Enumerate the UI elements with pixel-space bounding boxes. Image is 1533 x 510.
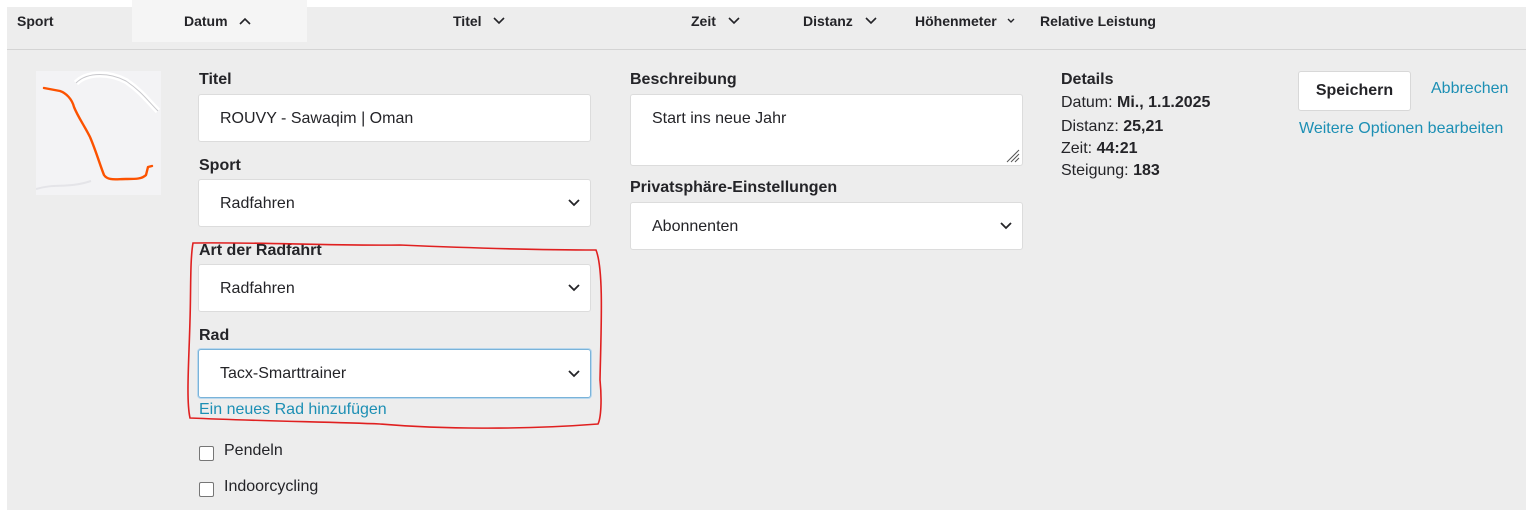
column-header-hoehenmeter-label: Höhenmeter: [915, 13, 997, 29]
details-zeit-value: 44:21: [1096, 140, 1138, 157]
chevron-down-icon: [568, 284, 580, 292]
column-header-distanz-label: Distanz: [803, 13, 853, 29]
details-datum-label: Datum:: [1061, 94, 1113, 111]
details-distanz-value: 25,21: [1123, 118, 1164, 135]
sport-label: Sport: [199, 157, 241, 174]
details-distanz-label: Distanz:: [1061, 118, 1119, 135]
column-header-datum-label: Datum: [184, 13, 228, 29]
column-header-relative-leistung-label: Relative Leistung: [1040, 13, 1156, 29]
art-der-radfahrt-select[interactable]: Radfahren: [198, 264, 591, 312]
details-datum-value: Mi., 1.1.2025: [1117, 94, 1211, 111]
details-distanz: Distanz: 25,21: [1061, 118, 1163, 136]
chevron-down-icon: [568, 199, 580, 207]
rad-label: Rad: [199, 327, 230, 344]
details-zeit: Zeit: 44:21: [1061, 140, 1138, 158]
privacy-select-value: Abonnenten: [652, 218, 739, 235]
pendeln-checkbox[interactable]: [199, 446, 214, 461]
add-bike-link[interactable]: Ein neues Rad hinzufügen: [199, 401, 387, 419]
chevron-down-icon: [568, 369, 580, 377]
chevron-down-icon: [728, 17, 740, 24]
rad-select-value: Tacx-Smarttrainer: [220, 365, 347, 382]
art-der-radfahrt-label: Art der Radfahrt: [199, 242, 322, 259]
details-zeit-label: Zeit:: [1061, 140, 1093, 157]
rad-select[interactable]: Tacx-Smarttrainer: [198, 349, 591, 398]
column-header-zeit[interactable]: Zeit: [691, 0, 740, 42]
details-steigung-value: 183: [1133, 162, 1160, 179]
privacy-select[interactable]: Abonnenten: [630, 202, 1023, 250]
chevron-up-icon: [239, 17, 252, 25]
beschreibung-label: Beschreibung: [630, 71, 737, 88]
details-steigung: Steigung: 183: [1061, 162, 1160, 180]
details-title: Details: [1061, 71, 1114, 88]
privacy-label: Privatsphäre-Einstellungen: [630, 179, 838, 196]
chevron-down-icon: [1000, 222, 1012, 230]
sport-select-value: Radfahren: [220, 195, 295, 212]
indoorcycling-label[interactable]: Indoorcycling: [224, 478, 318, 496]
column-header-titel-label: Titel: [453, 13, 482, 29]
route-map-image: [35, 71, 161, 195]
more-options-link[interactable]: Weitere Optionen bearbeiten: [1299, 120, 1503, 138]
resize-handle-icon[interactable]: [1004, 147, 1020, 163]
column-header-titel[interactable]: Titel: [453, 0, 505, 42]
save-button[interactable]: Speichern: [1298, 71, 1411, 111]
column-header-hoehenmeter[interactable]: Höhenmeter: [915, 0, 1015, 42]
titel-input[interactable]: ROUVY - Sawaqim | Oman: [198, 94, 591, 142]
column-header-sport-label: Sport: [17, 13, 54, 29]
chevron-down-icon: [493, 17, 505, 24]
column-header-relative-leistung[interactable]: Relative Leistung: [1040, 0, 1156, 42]
column-header-datum[interactable]: Datum: [132, 0, 307, 42]
pendeln-label[interactable]: Pendeln: [224, 442, 283, 460]
column-header-distanz[interactable]: Distanz: [803, 0, 877, 42]
details-steigung-label: Steigung:: [1061, 162, 1129, 179]
sport-select[interactable]: Radfahren: [198, 179, 591, 227]
column-header-sport[interactable]: Sport: [17, 0, 54, 42]
art-der-radfahrt-select-value: Radfahren: [220, 280, 295, 297]
details-datum: Datum: Mi., 1.1.2025: [1061, 94, 1210, 112]
titel-label: Titel: [199, 71, 232, 88]
titel-input-value: ROUVY - Sawaqim | Oman: [220, 110, 414, 127]
route-map-thumbnail[interactable]: [35, 71, 161, 195]
cancel-link[interactable]: Abbrechen: [1431, 80, 1508, 98]
beschreibung-textarea[interactable]: Start ins neue Jahr: [630, 94, 1023, 166]
indoorcycling-checkbox[interactable]: [199, 482, 214, 497]
beschreibung-textarea-value: Start ins neue Jahr: [652, 110, 787, 127]
column-header-zeit-label: Zeit: [691, 13, 716, 29]
chevron-down-icon: [865, 17, 877, 24]
chevron-down-icon: [1007, 18, 1015, 24]
